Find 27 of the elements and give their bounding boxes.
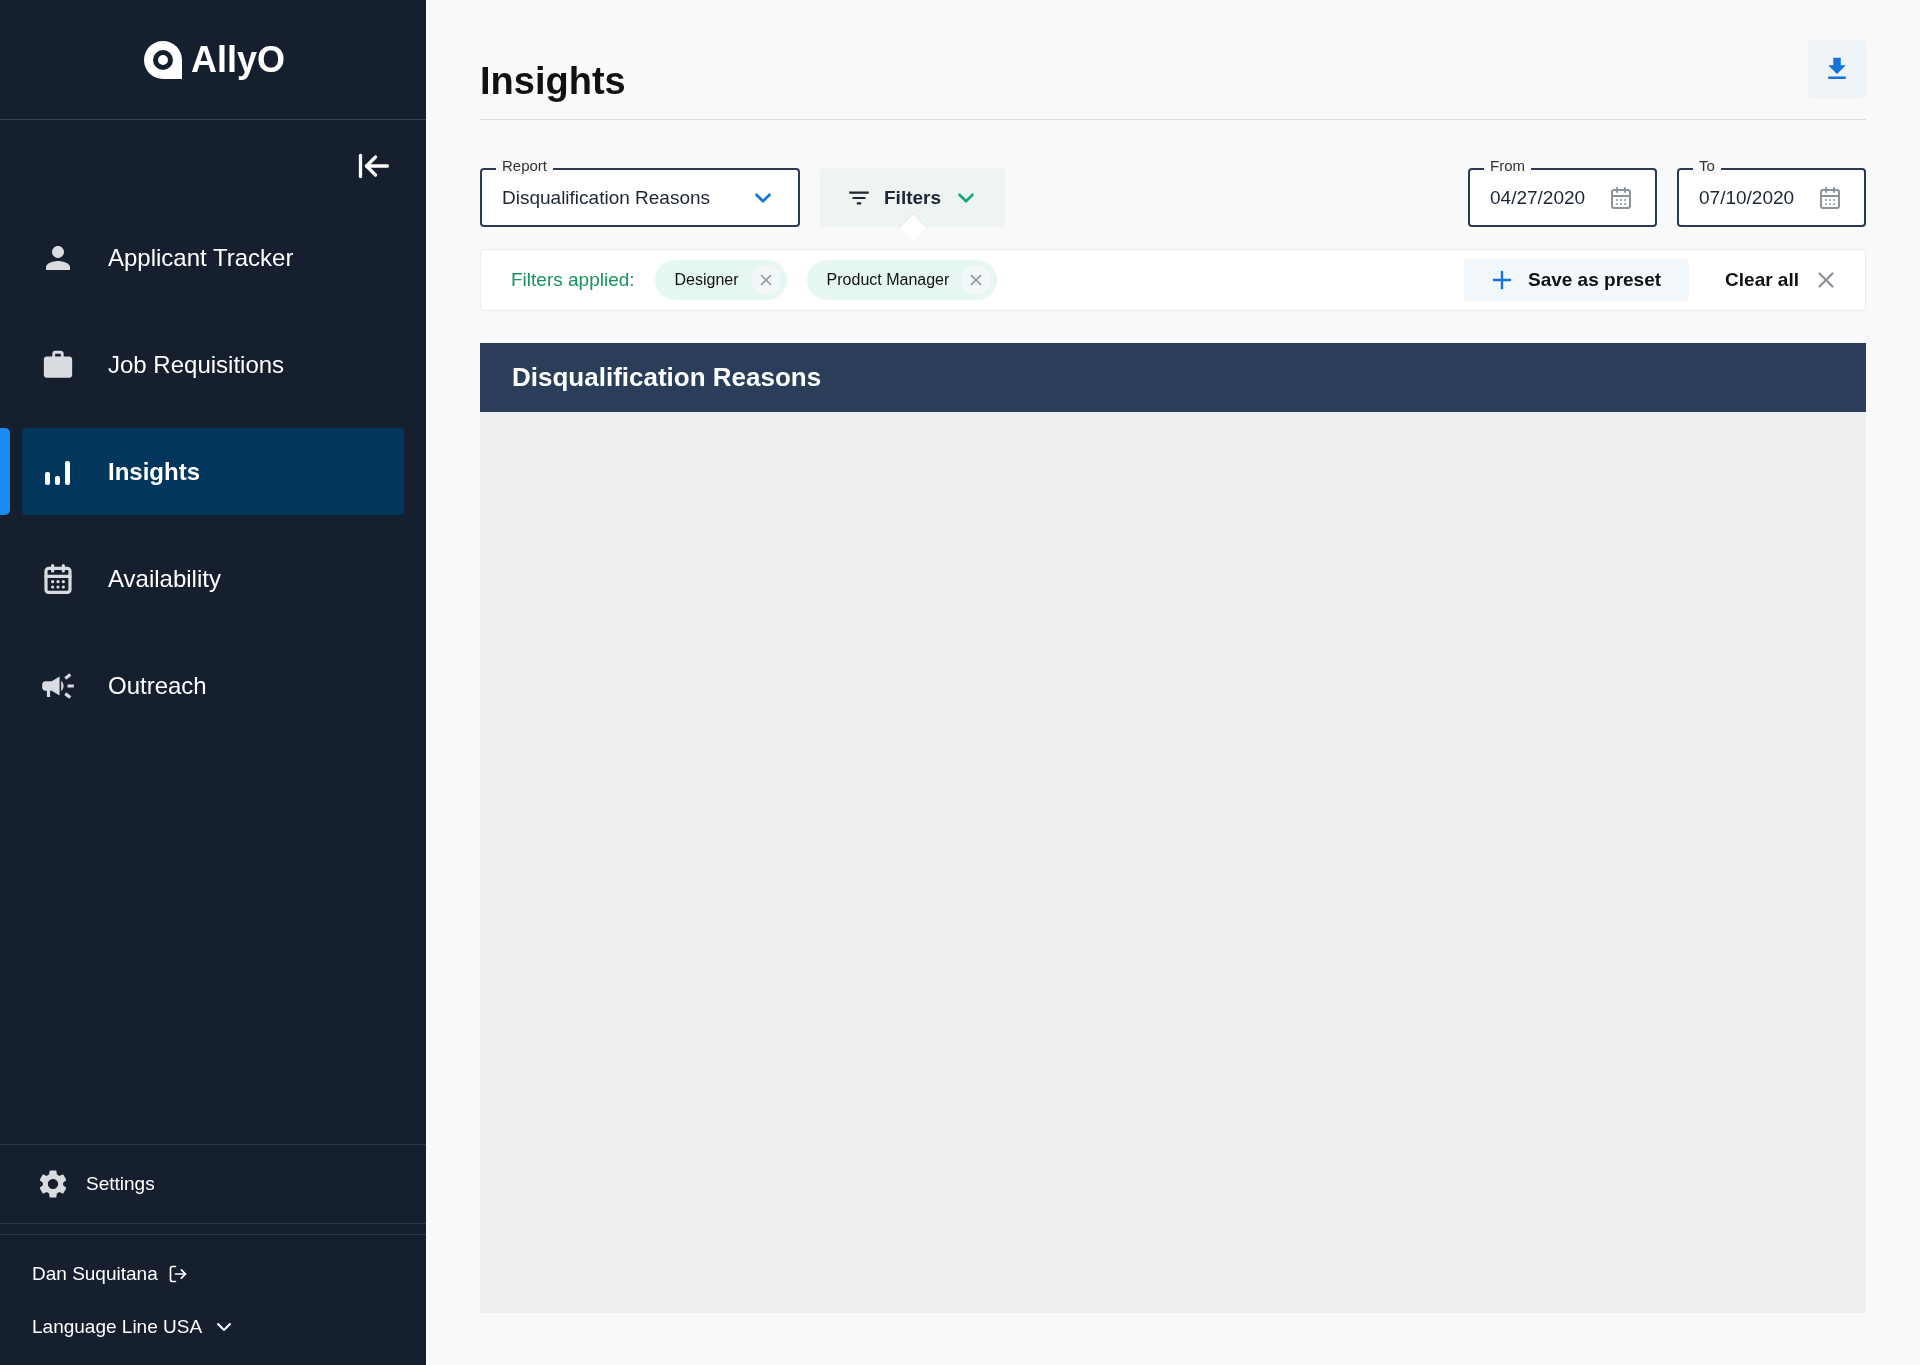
sidebar-item[interactable]: Applicant Tracker xyxy=(22,214,404,301)
logo-text: AllyO xyxy=(191,38,285,81)
field-value: Disqualification Reasons xyxy=(502,186,711,209)
filter-chip: Designer xyxy=(654,260,787,300)
filters-applied-label: Filters applied: xyxy=(511,269,635,291)
sidebar-item[interactable]: Outreach xyxy=(22,642,404,729)
sidebar-item[interactable]: Job Requisitions xyxy=(22,321,404,408)
remove-filter-button[interactable] xyxy=(750,265,781,295)
remove-filter-button[interactable] xyxy=(961,265,992,295)
sidebar-item[interactable]: Insights xyxy=(22,428,404,515)
calendar-icon xyxy=(1818,185,1842,210)
page-title: Insights xyxy=(480,60,626,103)
settings-link[interactable]: Settings xyxy=(0,1144,426,1224)
field-value: 07/10/2020 xyxy=(1699,186,1795,209)
panel-title: Disqualification Reasons xyxy=(480,343,1866,412)
download-button[interactable] xyxy=(1808,40,1866,98)
calendar-icon xyxy=(42,562,74,595)
organization-dropdown[interactable]: Language Line USA xyxy=(32,1315,394,1339)
sidebar-item[interactable]: Availability xyxy=(22,535,404,622)
field-value: 04/27/2020 xyxy=(1490,186,1586,209)
save-preset-button[interactable]: Save as preset xyxy=(1463,259,1690,301)
clear-all-button[interactable]: Clear all xyxy=(1719,259,1845,301)
filters-button[interactable]: Filters xyxy=(820,168,1006,227)
filter-chip: Product Manager xyxy=(806,260,998,300)
calendar-icon xyxy=(1609,185,1633,210)
logout-icon xyxy=(167,1264,188,1284)
user-logout-link[interactable]: Dan Suquitana xyxy=(32,1263,394,1285)
